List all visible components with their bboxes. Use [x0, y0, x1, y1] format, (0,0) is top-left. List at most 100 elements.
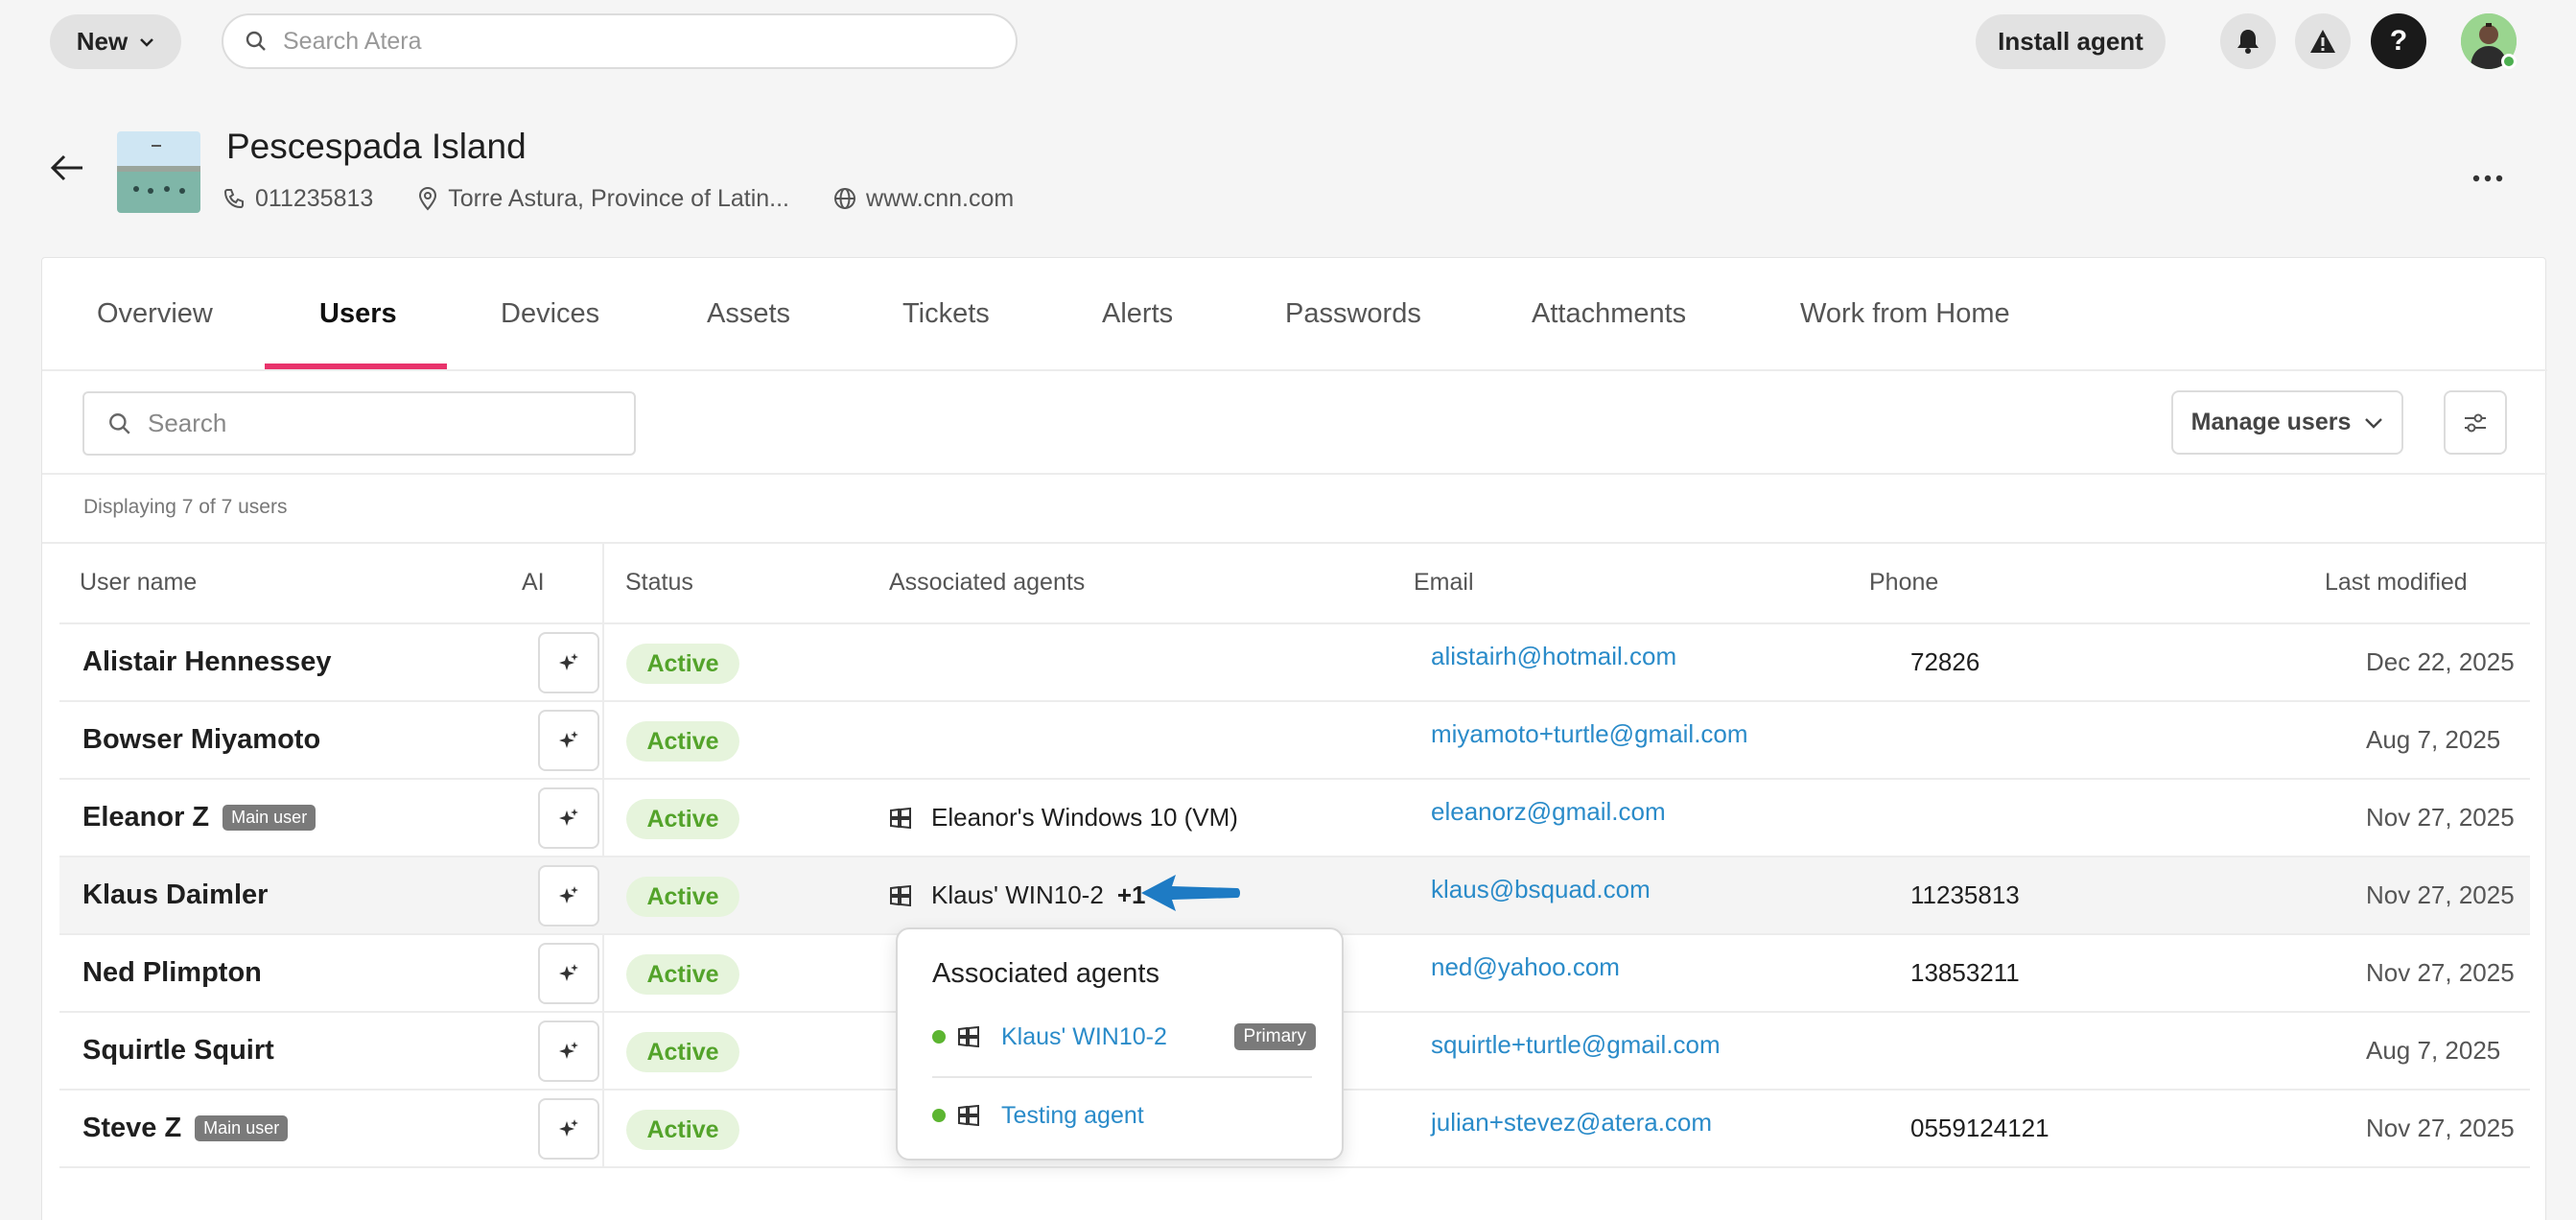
ai-button[interactable] [538, 865, 599, 927]
tab-users[interactable]: Users [319, 298, 397, 330]
help-button[interactable]: ? [2371, 13, 2426, 69]
bell-icon [2237, 30, 2259, 54]
new-button[interactable]: New [50, 14, 181, 69]
back-arrow-icon [50, 154, 82, 181]
email-link[interactable]: squirtle+turtle@gmail.com [1431, 1007, 1721, 1083]
search-icon [109, 412, 130, 434]
ai-button[interactable] [538, 1021, 599, 1082]
annotation-arrow-icon [1141, 875, 1240, 911]
tab-tickets[interactable]: Tickets [902, 298, 990, 330]
chevron-down-icon [140, 37, 154, 47]
phone-cell: 0559124121 [1910, 1114, 2049, 1142]
table-row[interactable]: Bowser Miyamoto Active miyamoto+turtle@g… [59, 702, 2530, 780]
last-modified-cell: Nov 27, 2025 [2366, 803, 2515, 832]
more-options-button[interactable] [2472, 165, 2503, 182]
help-icon: ? [2389, 25, 2408, 57]
tab-work-from-home[interactable]: Work from Home [1800, 298, 2010, 330]
ai-button[interactable] [538, 787, 599, 849]
col-header-email[interactable]: Email [1414, 569, 1474, 597]
global-search-input[interactable] [283, 27, 954, 56]
table-row[interactable]: Klaus Daimler Active Klaus' WIN10-2 +1 k… [59, 857, 2530, 935]
email-link[interactable]: miyamoto+turtle@gmail.com [1431, 696, 1748, 772]
main-user-badge: Main user [222, 805, 316, 831]
last-modified-cell: Nov 27, 2025 [2366, 880, 2515, 909]
notifications-button[interactable] [2220, 13, 2276, 69]
user-name-cell[interactable]: Alistair Hennessey [82, 624, 332, 700]
status-badge: Active [626, 644, 739, 684]
col-header-agents[interactable]: Associated agents [889, 569, 1085, 597]
main-user-badge: Main user [195, 1115, 289, 1141]
email-link[interactable]: eleanorz@gmail.com [1431, 774, 1666, 850]
online-status-dot [2501, 54, 2517, 69]
associated-agents-popover: Associated agents Klaus' WIN10-2 Primary… [896, 927, 1344, 1161]
ai-button[interactable] [538, 632, 599, 693]
primary-badge: Primary [1233, 1023, 1316, 1050]
alerts-button[interactable] [2295, 13, 2351, 69]
phone-cell: 72826 [1910, 647, 1980, 676]
agent-link[interactable]: Klaus' WIN10-2 [1001, 1023, 1167, 1051]
customer-logo [117, 131, 200, 213]
ai-button[interactable] [538, 943, 599, 1004]
install-agent-button[interactable]: Install agent [1976, 14, 2166, 69]
global-search[interactable] [222, 13, 1018, 69]
col-header-status[interactable]: Status [625, 569, 693, 597]
email-link[interactable]: ned@yahoo.com [1431, 929, 1620, 1005]
tab-attachments[interactable]: Attachments [1532, 298, 1686, 330]
windows-icon [890, 807, 911, 829]
status-badge: Active [626, 1110, 739, 1150]
popover-divider [932, 1076, 1312, 1078]
table-row[interactable]: Eleanor Z Main user Active Eleanor's Wind… [59, 780, 2530, 857]
col-header-user-name[interactable]: User name [80, 569, 197, 597]
location-icon [419, 186, 437, 211]
status-badge: Active [626, 877, 739, 917]
tab-devices[interactable]: Devices [501, 298, 599, 330]
new-button-label: New [76, 27, 129, 56]
chevron-down-icon [2365, 417, 2383, 429]
tab-assets[interactable]: Assets [707, 298, 790, 330]
status-badge: Active [626, 1032, 739, 1072]
user-name: Squirtle Squirt [82, 1035, 274, 1066]
col-header-phone[interactable]: Phone [1869, 569, 1938, 597]
user-name-cell[interactable]: Steve Z Main user [82, 1091, 289, 1166]
email-link[interactable]: julian+stevez@atera.com [1431, 1085, 1712, 1161]
tab-overview[interactable]: Overview [97, 298, 213, 330]
sparkle-icon [559, 809, 578, 826]
user-name-cell[interactable]: Squirtle Squirt [82, 1013, 274, 1089]
user-name-cell[interactable]: Eleanor Z Main user [82, 780, 316, 856]
table-row[interactable]: Alistair Hennessey Active alistairh@hotm… [59, 624, 2530, 702]
customer-address: Torre Astura, Province of Latin... [417, 185, 789, 213]
column-settings-button[interactable] [2444, 390, 2507, 455]
user-name-cell[interactable]: Bowser Miyamoto [82, 702, 320, 778]
agent-link[interactable]: Testing agent [1001, 1102, 1144, 1130]
tab-passwords[interactable]: Passwords [1285, 298, 1421, 330]
agent-name: Klaus' WIN10-2 [931, 880, 1104, 909]
associated-agent-cell[interactable]: Eleanor's Windows 10 (VM) [889, 780, 1238, 856]
users-search[interactable] [82, 391, 636, 456]
install-agent-label: Install agent [1998, 27, 2143, 56]
user-name: Steve Z [82, 1113, 182, 1143]
top-bar: New Install agent ? [0, 0, 2576, 82]
agent-name: Eleanor's Windows 10 (VM) [931, 803, 1238, 832]
back-button[interactable] [50, 153, 84, 187]
popover-agent-item[interactable]: Klaus' WIN10-2 Primary [932, 1018, 1316, 1056]
active-tab-indicator [265, 364, 447, 369]
tab-alerts[interactable]: Alerts [1102, 298, 1173, 330]
popover-title: Associated agents [932, 958, 1159, 989]
users-search-input[interactable] [148, 409, 608, 438]
email-link[interactable]: klaus@bsquad.com [1431, 852, 1651, 927]
ai-button[interactable] [538, 1098, 599, 1160]
customer-phone: 011235813 [222, 185, 373, 213]
ai-button[interactable] [538, 710, 599, 771]
manage-users-button[interactable]: Manage users [2171, 390, 2403, 455]
last-modified-cell: Nov 27, 2025 [2366, 1114, 2515, 1142]
customer-website[interactable]: www.cnn.com [833, 185, 1014, 213]
phone-cell: 11235813 [1910, 880, 2020, 909]
user-name-cell[interactable]: Klaus Daimler [82, 857, 268, 933]
associated-agent-cell[interactable]: Klaus' WIN10-2 +1 [889, 857, 1145, 933]
user-name-cell[interactable]: Ned Plimpton [82, 935, 262, 1011]
email-link[interactable]: alistairh@hotmail.com [1431, 619, 1676, 694]
popover-agent-item[interactable]: Testing agent [932, 1096, 1316, 1135]
tab-bar: Overview Users Devices Assets Tickets Al… [42, 258, 2547, 371]
windows-icon [890, 884, 911, 906]
col-header-last-modified[interactable]: Last modified [2325, 569, 2468, 597]
